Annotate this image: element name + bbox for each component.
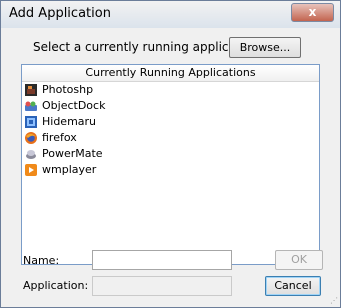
close-button[interactable]: x — [291, 3, 334, 22]
dialog-body: Select a currently running application B… — [9, 28, 332, 299]
name-label: Name: — [23, 254, 60, 267]
list-item-label: PowerMate — [42, 147, 103, 160]
name-field[interactable] — [92, 250, 232, 270]
list-item-label: Hidemaru — [42, 115, 97, 128]
browse-button[interactable]: Browse... — [229, 37, 301, 58]
objectdock-icon — [25, 101, 37, 111]
list-item-objectdock[interactable]: ObjectDock — [22, 98, 319, 114]
ok-button[interactable]: OK — [275, 250, 323, 270]
list-item-label: wmplayer — [42, 163, 97, 176]
wmplayer-icon — [25, 164, 37, 176]
add-application-dialog: Add Application x Select a currently run… — [0, 0, 341, 308]
list-item-powermate[interactable]: PowerMate — [22, 146, 319, 162]
hidemaru-icon — [25, 116, 37, 128]
prompt-label: Select a currently running application — [33, 40, 259, 54]
title-bar[interactable]: Add Application x — [1, 1, 340, 28]
resize-grip-icon[interactable]: ⋰ — [330, 297, 338, 305]
photoshop-icon — [25, 84, 37, 96]
firefox-icon — [25, 132, 37, 144]
list-item-label: ObjectDock — [42, 99, 106, 112]
window-title: Add Application — [9, 6, 111, 21]
list-item-firefox[interactable]: firefox — [22, 130, 319, 146]
application-field — [92, 276, 232, 296]
cancel-button[interactable]: Cancel — [265, 276, 321, 296]
list-item-hidemaru[interactable]: Hidemaru — [22, 114, 319, 130]
running-apps-list[interactable]: Currently Running Applications Photoshp … — [21, 64, 320, 265]
list-header[interactable]: Currently Running Applications — [22, 65, 319, 82]
list-item-label: firefox — [42, 131, 77, 144]
powermate-icon — [26, 150, 36, 159]
list-item-label: Photoshp — [42, 83, 94, 96]
application-label: Application: — [23, 279, 89, 292]
list-item-wmplayer[interactable]: wmplayer — [22, 162, 319, 178]
list-item-photoshp[interactable]: Photoshp — [22, 82, 319, 98]
